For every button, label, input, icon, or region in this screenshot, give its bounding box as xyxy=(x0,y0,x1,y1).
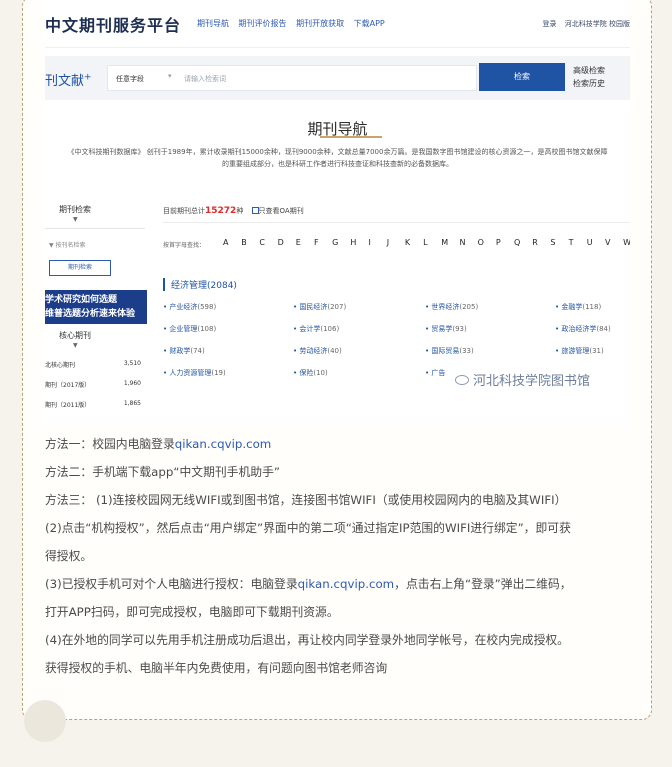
category-item[interactable]: • 财政学(74) xyxy=(163,346,205,356)
category-heading[interactable]: 经济管理(2084) xyxy=(163,278,237,291)
alpha-letter-q[interactable]: Q xyxy=(514,238,532,247)
alpha-letter-r[interactable]: R xyxy=(532,238,550,247)
alpha-letter-w[interactable]: W xyxy=(623,238,630,247)
alpha-letter-m[interactable]: M xyxy=(441,238,459,247)
alpha-letter-d[interactable]: D xyxy=(278,238,296,247)
header-right: 登录 河北科技学院 校园版 xyxy=(537,19,630,29)
search-history-link[interactable]: 检索历史 xyxy=(573,77,605,90)
login-link[interactable]: 登录 xyxy=(543,20,557,28)
alpha-letter-o[interactable]: O xyxy=(478,238,496,247)
divider xyxy=(163,222,630,223)
alpha-letter-h[interactable]: H xyxy=(350,238,368,247)
site-brand[interactable]: 中文期刊服务平台 xyxy=(45,12,181,36)
oa-label[interactable]: 只查看OA期刊 xyxy=(259,207,304,215)
page-intro: 《中文科技期刊数据库》 创刊于1989年，累计收录期刊15000余种，现刊900… xyxy=(67,148,608,168)
method-3-step-2: (2)点击“机构授权”，然后点击“用户绑定”界面中的第二项“通过指定IP范围的W… xyxy=(45,521,571,535)
alpha-letter-g[interactable]: G xyxy=(332,238,350,247)
method-3-step-2-cont: 得授权。 xyxy=(45,549,93,563)
category-item[interactable]: • 世界经济(205) xyxy=(425,302,478,312)
search-extra-links: 高级检索 检索历史 xyxy=(573,64,605,90)
journal-search-heading: 期刊检索 xyxy=(59,205,91,214)
method-3-step-3-cont: 打开APP扫码，即可完成授权，电脑即可下载期刊资源。 xyxy=(45,605,339,619)
search-input-box[interactable]: 任意字段 ▾ 请输入检索词 xyxy=(107,65,477,91)
alpha-letter-e[interactable]: E xyxy=(296,238,314,247)
alpha-letter-b[interactable]: B xyxy=(241,238,259,247)
search-button[interactable]: 检索 xyxy=(479,63,565,91)
core-journals-list: 北核心期刊 3,510 期刊（2017版） 1,960 期刊（2011版） 1,865 xyxy=(45,360,145,420)
method-3-step-4-cont: 获得授权的手机、电脑半年内免费使用，有问题向图书馆老师咨询 xyxy=(45,661,388,675)
category-item[interactable]: • 旅游管理(31) xyxy=(555,346,604,356)
alpha-letter-c[interactable]: C xyxy=(259,238,277,247)
category-item[interactable]: • 政治经济学(84) xyxy=(555,324,611,334)
method-2: 方法二：手机端下载app“中文期刊手机助手” xyxy=(45,465,280,479)
alpha-letter-t[interactable]: T xyxy=(569,238,587,247)
search-bar: 刊文献+ 任意字段 ▾ 请输入检索词 检索 高级检索 检索历史 xyxy=(45,56,630,100)
method-1: 方法一：校园内电脑登录qikan.cqvip.com xyxy=(45,437,272,451)
institution-label[interactable]: 河北科技学院 校园版 xyxy=(565,20,630,28)
list-item[interactable]: 期刊（2017版） 1,960 xyxy=(45,380,145,400)
alpha-letter-l[interactable]: L xyxy=(423,238,441,247)
category-item[interactable]: • 产业经济(598) xyxy=(163,302,216,312)
oa-checkbox[interactable] xyxy=(251,207,259,214)
category-item[interactable]: • 劳动经济(40) xyxy=(293,346,342,356)
alpha-filter-label: 按首字母查找： xyxy=(163,242,206,249)
list-item[interactable]: 北核心期刊 3,510 xyxy=(45,360,145,380)
title-underline xyxy=(320,136,382,138)
category-item[interactable]: • 金融学(118) xyxy=(555,302,601,312)
method-3-step-3: (3)已授权手机可对个人电脑进行授权：电脑登录qikan.cqvip.com，点… xyxy=(45,577,572,591)
top-nav: 期刊导航 期刊评价报告 期刊开放获取 下载APP xyxy=(197,18,392,29)
method-instructions: 方法一：校园内电脑登录qikan.cqvip.com 方法二：手机端下载app“… xyxy=(45,430,635,682)
alpha-letter-v[interactable]: V xyxy=(605,238,623,247)
category-item[interactable]: • 保险(10) xyxy=(293,368,328,378)
search-logo: 刊文献+ xyxy=(45,72,92,89)
category-item[interactable]: • 广告 xyxy=(425,368,445,378)
advanced-search-link[interactable]: 高级检索 xyxy=(573,64,605,77)
method-3-step-4: (4)在外地的同学可以先用手机注册成功后退出，再让校内同学登录外地同学帐号，在校… xyxy=(45,633,569,647)
triangle-down-icon: ▼ xyxy=(73,342,78,349)
nav-evaluation-report[interactable]: 期刊评价报告 xyxy=(239,19,287,28)
search-placeholder: 请输入检索词 xyxy=(184,75,226,83)
core-journals-heading: 核心期刊 xyxy=(59,331,91,340)
list-item[interactable]: 期刊（2011版） 1,865 xyxy=(45,400,145,420)
promo-banner[interactable]: 学术研究如何选题 维普选题分析速来体验 xyxy=(45,290,147,324)
alpha-letter-i[interactable]: I xyxy=(369,238,387,247)
category-item[interactable]: • 贸易学(93) xyxy=(425,324,467,334)
alpha-letter-n[interactable]: N xyxy=(459,238,477,247)
site-link[interactable]: qikan.cqvip.com xyxy=(298,577,395,591)
alpha-letter-p[interactable]: P xyxy=(496,238,514,247)
embedded-screenshot: 中文期刊服务平台 期刊导航 期刊评价报告 期刊开放获取 下载APP 登录 河北科… xyxy=(45,0,630,425)
alpha-letter-s[interactable]: S xyxy=(550,238,568,247)
nav-download-app[interactable]: 下载APP xyxy=(354,19,385,28)
alpha-letter-a[interactable]: A xyxy=(223,238,241,247)
divider xyxy=(45,228,145,229)
method-3-step-1: 方法三： (1)连接校园网无线WIFI或到图书馆，连接图书馆WIFI（或使用校园… xyxy=(45,493,567,507)
site-link[interactable]: qikan.cqvip.com xyxy=(175,437,272,451)
alpha-letter-f[interactable]: F xyxy=(314,238,332,247)
decorative-circle xyxy=(24,700,66,742)
category-item[interactable]: • 人力资源管理(19) xyxy=(163,368,226,378)
journal-total: 目前期刊总计15272种 只查看OA期刊 xyxy=(163,206,304,216)
alpha-letter-j[interactable]: J xyxy=(387,238,405,247)
triangle-down-icon: ▼ xyxy=(73,216,78,223)
category-item[interactable]: • 会计学(106) xyxy=(293,324,339,334)
wechat-icon xyxy=(455,375,469,385)
alpha-filter: ABCDEFGHIJKLMNOPQRSTUVW xyxy=(223,238,630,247)
alpha-letter-k[interactable]: K xyxy=(405,238,423,247)
category-item[interactable]: • 企业管理(108) xyxy=(163,324,216,334)
site-header: 中文期刊服务平台 期刊导航 期刊评价报告 期刊开放获取 下载APP 登录 河北科… xyxy=(45,0,630,48)
watermark: 河北科技学院图书馆 xyxy=(455,370,590,389)
category-item[interactable]: • 国际贸易(33) xyxy=(425,346,474,356)
chevron-down-icon: ▾ xyxy=(168,72,172,80)
nav-journal-guide[interactable]: 期刊导航 xyxy=(197,19,229,28)
category-item[interactable]: • 国民经济(207) xyxy=(293,302,346,312)
journal-search-select[interactable]: ▼ 按刊名检索 xyxy=(49,240,86,249)
search-field-select[interactable]: 任意字段 xyxy=(116,74,144,84)
nav-open-access[interactable]: 期刊开放获取 xyxy=(296,19,344,28)
journal-search-button[interactable]: 期刊检索 xyxy=(49,260,111,276)
alpha-letter-u[interactable]: U xyxy=(587,238,605,247)
